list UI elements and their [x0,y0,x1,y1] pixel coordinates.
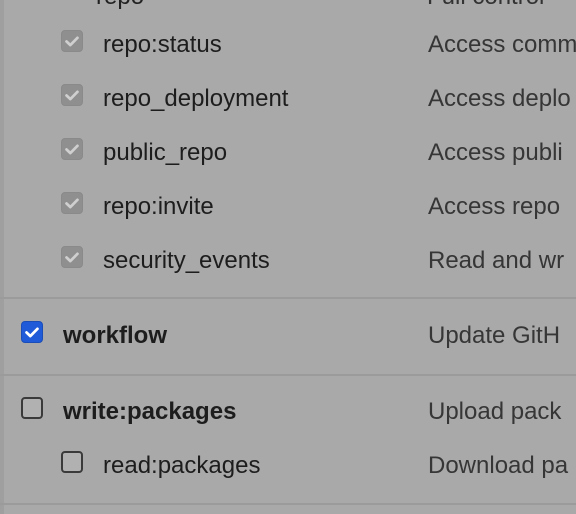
public-repo-description: Access publi [428,139,563,166]
public-repo-checkbox[interactable] [61,138,83,160]
section-divider [0,297,576,299]
check-icon [25,327,39,338]
repo-deployment-label: repo_deployment [103,85,289,112]
scope-row-repo-invite: repo:invite Access repo [0,180,576,234]
write-packages-description: Upload pack [428,398,562,425]
repo-invite-description: Access repo [428,193,561,220]
scope-row-repo-deployment: repo_deployment Access deplo [0,72,576,126]
check-icon [65,90,79,101]
workflow-description: Update GitH [428,322,561,349]
read-packages-label: read:packages [103,452,261,479]
security-events-label: security_events [103,247,270,274]
workflow-label: workflow [63,322,168,349]
repo-deployment-description: Access deplo [428,85,571,112]
repo-deployment-checkbox[interactable] [61,84,83,106]
repo-status-checkbox[interactable] [61,30,83,52]
token-scopes-page: repo Full control repo:status Access com… [0,0,576,514]
security-events-checkbox[interactable] [61,246,83,268]
check-icon [65,252,79,263]
section-divider [0,374,576,376]
scope-row-repo-status: repo:status Access comm [0,18,576,72]
scope-row-write-packages: write:packages Upload pack [0,385,576,439]
security-events-description: Read and wr [428,247,565,274]
write-packages-checkbox[interactable] [21,397,43,419]
write-packages-label: write:packages [63,398,237,425]
repo-invite-label: repo:invite [103,193,214,220]
public-repo-label: public_repo [103,139,228,166]
repo-status-description: Access comm [428,31,576,58]
scope-row-workflow: workflow Update GitH [0,309,576,363]
scope-row-public-repo: public_repo Access publi [0,126,576,180]
top-scope-desc-partial: Full control [427,0,544,11]
read-packages-description: Download pa [428,452,569,479]
check-icon [65,198,79,209]
workflow-checkbox[interactable] [21,321,43,343]
repo-invite-checkbox[interactable] [61,192,83,214]
check-icon [65,144,79,155]
scope-row-security-events: security_events Read and wr [0,234,576,288]
check-icon [65,36,79,47]
section-divider [0,503,576,505]
read-packages-checkbox[interactable] [61,451,83,473]
repo-status-label: repo:status [103,31,222,58]
top-scope-partial: repo [96,0,144,11]
scope-row-read-packages: read:packages Download pa [0,439,576,493]
